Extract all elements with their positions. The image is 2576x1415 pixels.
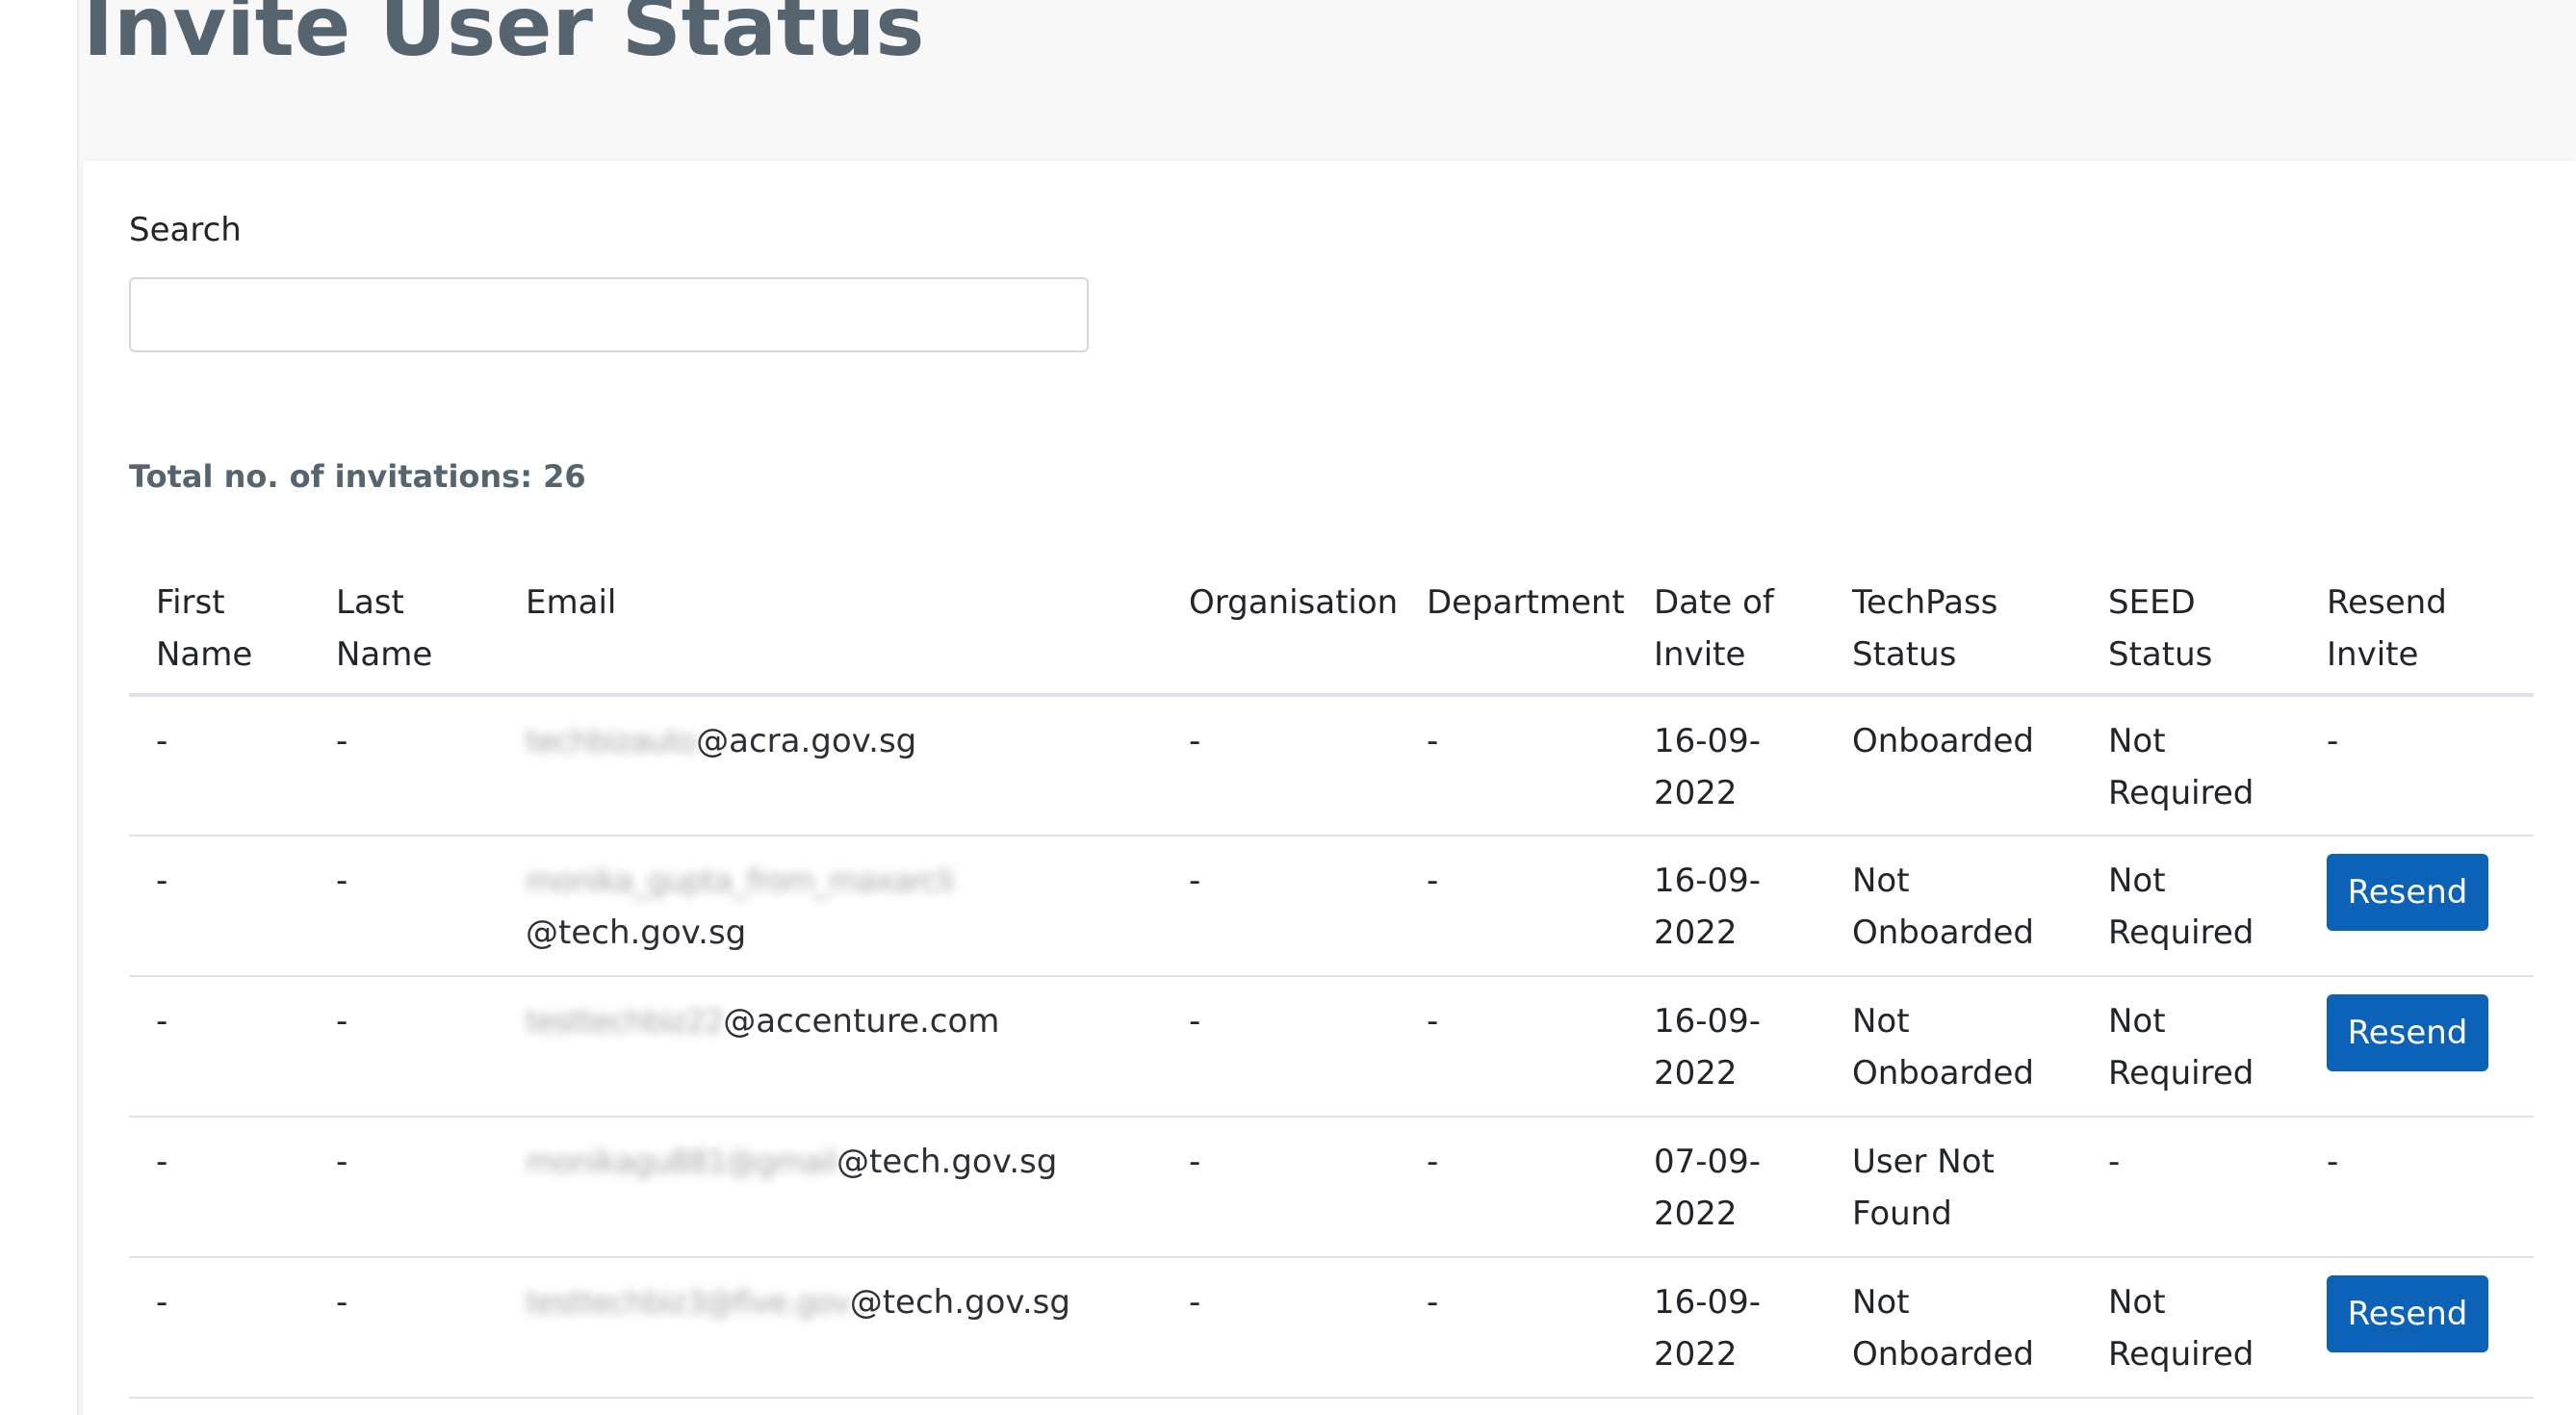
header-resend-invite: Resend Invite <box>2300 558 2534 697</box>
seed-status-cell: Not Required <box>2081 836 2300 977</box>
last-name-cell: - <box>309 695 499 836</box>
header-email[interactable]: Email <box>499 558 1162 697</box>
resend-invite-cell: - <box>2300 1117 2534 1258</box>
first-name-cell: - <box>129 1257 309 1399</box>
techpass-status-cell: Not Onboarded <box>1825 976 2081 1118</box>
email-username-redacted: monikagu881@gmail <box>526 1144 837 1180</box>
resend-invite-cell: Resend <box>2300 836 2534 977</box>
header-techpass-status[interactable]: TechPass Status <box>1825 558 2081 697</box>
seed-status-cell: - <box>2081 1117 2300 1258</box>
date-of-invite-cell: 07-09-2022 <box>1627 1117 1825 1258</box>
department-cell: - <box>1400 695 1627 836</box>
email-cell: testtechbiz22@accenture.com <box>499 976 1162 1118</box>
email-domain: @tech.gov.sg <box>526 913 747 952</box>
department-cell: - <box>1400 976 1627 1118</box>
resend-button[interactable]: Resend <box>2327 994 2488 1071</box>
email-cell: monika_gupta_from_maxarcli @tech.gov.sg <box>499 836 1162 977</box>
resend-button[interactable]: Resend <box>2327 854 2488 931</box>
organisation-cell: - <box>1162 836 1400 977</box>
table-row: - - testtechbiz22@accenture.com - -16-09-202… <box>129 976 2534 1118</box>
seed-status-cell: Not Required <box>2081 695 2300 836</box>
email-domain: @accenture.com <box>723 1002 1000 1041</box>
first-name-cell: - <box>129 695 309 836</box>
header-organisation[interactable]: Organisation <box>1162 558 1400 697</box>
techpass-status-cell: Not Onboarded <box>1825 836 2081 977</box>
header-date-of-invite[interactable]: Date of Invite <box>1627 558 1825 697</box>
email-cell: techbizauto@acra.gov.sg <box>499 695 1162 836</box>
first-name-cell: - <box>129 836 309 977</box>
first-name-cell: - <box>129 976 309 1118</box>
date-of-invite-cell: 16-09-2022 <box>1627 976 1825 1118</box>
techpass-status-cell: User Not Found <box>1825 1117 2081 1258</box>
last-name-cell: - <box>309 836 499 977</box>
organisation-cell: - <box>1162 695 1400 836</box>
sidebar-divider <box>77 0 79 1415</box>
header-last-name[interactable]: Last Name <box>309 558 499 697</box>
resend-invite-cell: Resend <box>2300 976 2534 1118</box>
page-title: Invite User Status <box>83 0 925 75</box>
department-cell: - <box>1400 836 1627 977</box>
organisation-cell: - <box>1162 1117 1400 1258</box>
date-of-invite-cell: 16-09-2022 <box>1627 1257 1825 1399</box>
table-header-row: First Name Last Name Email Organisation … <box>129 558 2534 697</box>
techpass-status-cell: Onboarded <box>1825 695 2081 836</box>
date-of-invite-cell: 16-09-2022 <box>1627 836 1825 977</box>
last-name-cell: - <box>309 1117 499 1258</box>
techpass-status-cell: Not Onboarded <box>1825 1257 2081 1399</box>
email-domain: @tech.gov.sg <box>837 1143 1058 1181</box>
organisation-cell: - <box>1162 1257 1400 1399</box>
email-username-redacted: testtechbiz3@five.gov <box>526 1284 851 1321</box>
department-cell: - <box>1400 1117 1627 1258</box>
date-of-invite-cell: 16-09-2022 <box>1627 695 1825 836</box>
search-label: Search <box>129 211 242 249</box>
last-name-cell: - <box>309 1257 499 1399</box>
email-cell: monikagu881@gmail@tech.gov.sg <box>499 1117 1162 1258</box>
header-seed-status[interactable]: SEED Status <box>2081 558 2300 697</box>
seed-status-cell: Not Required <box>2081 1257 2300 1399</box>
organisation-cell: - <box>1162 976 1400 1118</box>
resend-placeholder: - <box>2327 722 2339 760</box>
table-row: - - techbizauto@acra.gov.sg - -16-09-2022 Onb… <box>129 695 2534 836</box>
department-cell: - <box>1400 1257 1627 1399</box>
last-name-cell: - <box>309 976 499 1118</box>
table-row: - - monika_gupta_from_maxarcli@tech.gov.sg… <box>129 836 2534 977</box>
table-row: - - monikagu881@gmail@tech.gov.sg - -07-09-2… <box>129 1117 2534 1258</box>
resend-invite-cell: Resend <box>2300 1257 2534 1399</box>
email-domain: @tech.gov.sg <box>849 1283 1070 1322</box>
search-input[interactable] <box>129 277 1089 352</box>
email-username-redacted: techbizauto <box>526 723 697 759</box>
first-name-cell: - <box>129 1117 309 1258</box>
table-row: - - testtechbiz3@five.gov@tech.gov.sg - -16-… <box>129 1257 2534 1399</box>
resend-placeholder: - <box>2327 1143 2339 1181</box>
email-domain: @acra.gov.sg <box>696 722 917 760</box>
header-first-name[interactable]: First Name <box>129 558 309 697</box>
total-invitations: Total no. of invitations: 26 <box>129 458 586 495</box>
seed-status-cell: Not Required <box>2081 976 2300 1118</box>
email-cell: testtechbiz3@five.gov@tech.gov.sg <box>499 1257 1162 1399</box>
resend-invite-cell: - <box>2300 695 2534 836</box>
resend-button[interactable]: Resend <box>2327 1275 2488 1352</box>
header-department[interactable]: Department <box>1400 558 1627 697</box>
email-username-redacted: testtechbiz22 <box>526 1003 724 1040</box>
email-username-redacted: monika_gupta_from_maxarcli <box>526 862 954 899</box>
invites-table: First Name Last Name Email Organisation … <box>129 558 2534 1399</box>
